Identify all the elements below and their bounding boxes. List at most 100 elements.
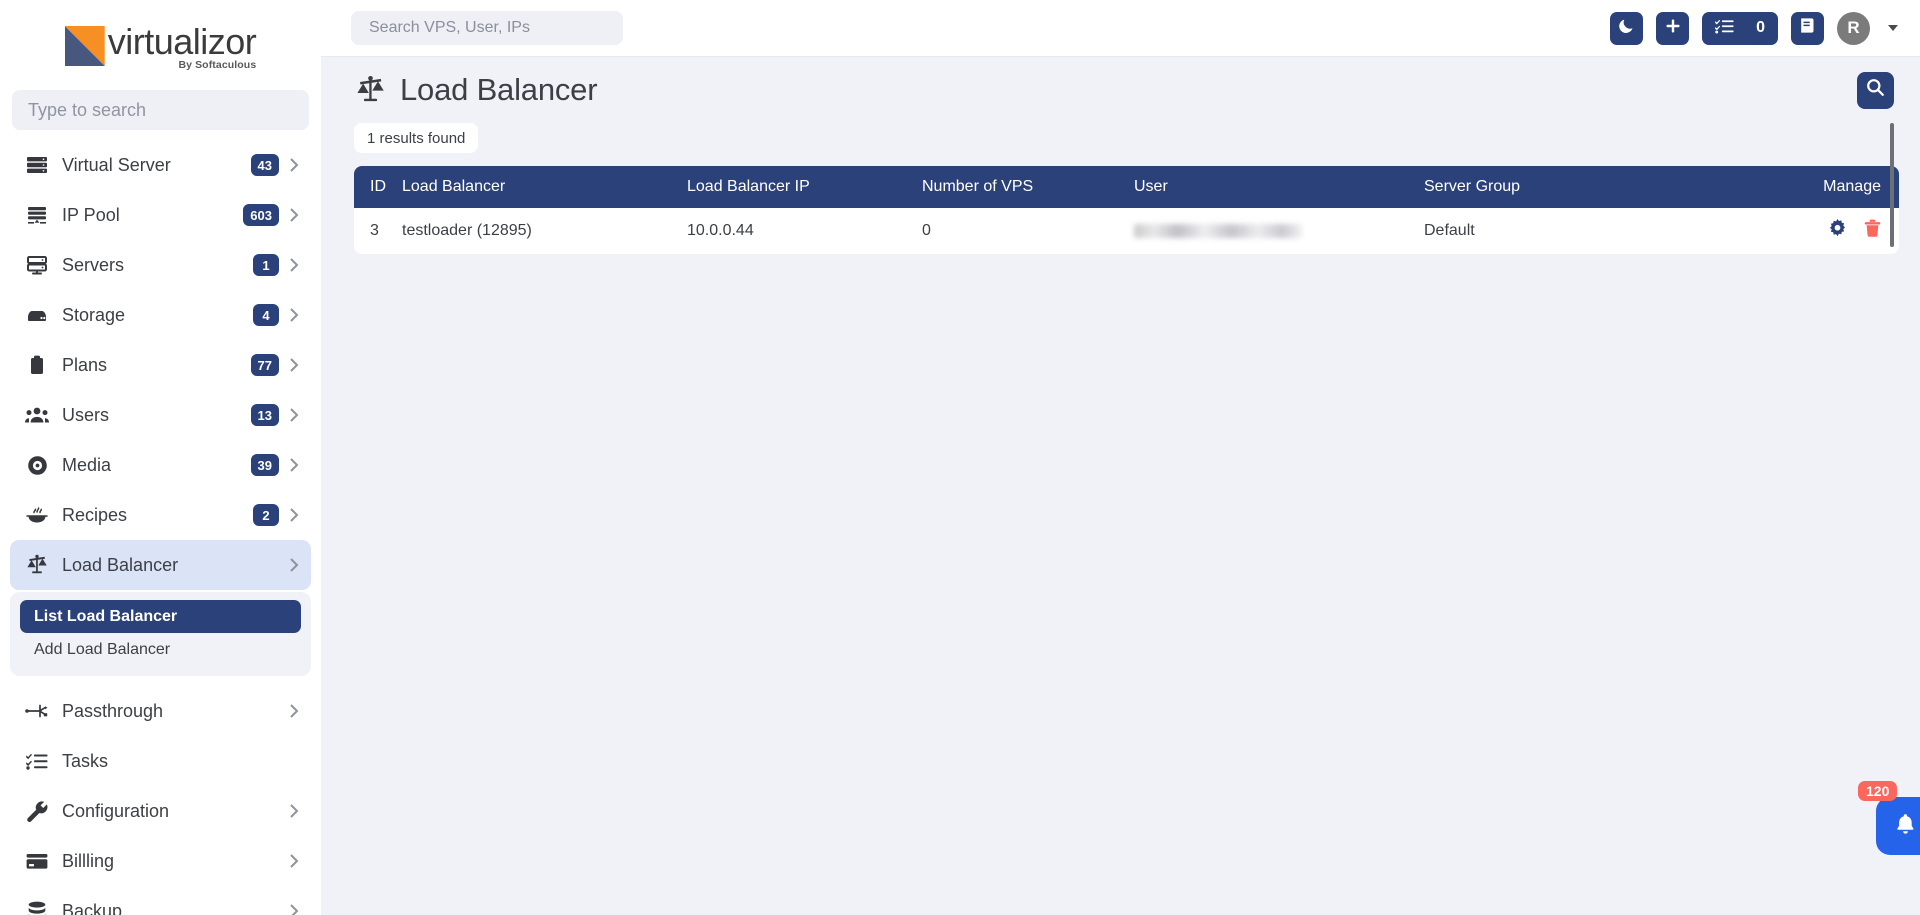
chevron-right-icon [290,804,299,818]
sidebar-item-badge: 39 [250,454,279,476]
credit-card-icon [24,850,50,872]
table-row[interactable]: 3 testloader (12895) 10.0.0.44 0 Default [354,208,1899,254]
sidebar-item-load-balancer[interactable]: Load Balancer [10,540,311,590]
tasklist-icon [24,750,50,772]
column-header-server-group[interactable]: Server Group [1424,166,1724,208]
search-icon [1866,78,1885,102]
tasks-button[interactable]: 0 [1702,11,1778,45]
sidebar-item-tasks[interactable]: Tasks [10,736,311,786]
sidebar-item-label: Passthrough [62,700,164,721]
add-button[interactable] [1656,11,1690,45]
chevron-right-icon [290,358,299,372]
cell-user [1134,208,1424,254]
users-icon [24,404,50,426]
clipboard-icon [24,354,50,376]
sidebar-item-label: Recipes [62,504,128,525]
chevron-right-icon [290,158,299,172]
sidebar-nav: Virtual Server 43 IP Pool 603 Servers 1 … [0,140,321,590]
content-area: 1 results found ID Load Balancer Load Ba… [321,123,1920,915]
load-balancer-submenu: List Load Balancer Add Load Balancer [10,592,311,676]
chevron-right-icon [290,458,299,472]
gear-icon[interactable] [1828,219,1847,238]
submenu-item-list-load-balancer[interactable]: List Load Balancer [20,600,301,633]
sidebar-scroll-area[interactable]: virtualizor By Softaculous Type to searc… [0,0,321,915]
sidebar-search-placeholder: Type to search [28,99,147,120]
table-header-row: ID Load Balancer Load Balancer IP Number… [354,166,1899,208]
sidebar-item-badge: 1 [253,254,279,276]
scales-icon [354,75,387,105]
sidebar-item-passthrough[interactable]: Passthrough [10,686,311,736]
trash-icon[interactable] [1864,219,1881,238]
sidebar-item-billing[interactable]: Billling [10,836,311,886]
load-balancer-table-card: ID Load Balancer Load Balancer IP Number… [354,166,1899,254]
column-header-manage[interactable]: Manage [1724,166,1899,208]
submenu-item-label: List Load Balancer [34,607,178,625]
page-title: Load Balancer [400,72,598,107]
sidebar-item-backup[interactable]: Backup [10,886,311,915]
results-count-chip: 1 results found [354,123,479,153]
storage-icon [24,304,50,326]
sidebar-search-input[interactable]: Type to search [12,90,309,130]
chevron-right-icon [290,904,299,915]
chevron-down-icon[interactable] [1888,25,1898,31]
sidebar-item-badge: 13 [250,404,279,426]
sidebar-item-virtual-server[interactable]: Virtual Server 43 [10,140,311,190]
scales-icon [24,554,50,576]
sidebar-item-recipes[interactable]: Recipes 2 [10,490,311,540]
top-bar-actions: 0 R [1610,11,1898,45]
cell-load-balancer-ip: 10.0.0.44 [687,208,922,254]
sidebar-item-users[interactable]: Users 13 [10,390,311,440]
sidebar-item-label: Servers [62,254,125,275]
sidebar-item-label: Plans [62,354,108,375]
sidebar-item-label: Billling [62,850,115,871]
server-stack-icon [24,154,50,176]
load-balancer-table: ID Load Balancer Load Balancer IP Number… [354,166,1899,254]
global-search-placeholder: Search VPS, User, IPs [369,19,530,36]
sidebar-item-configuration[interactable]: Configuration [10,786,311,836]
sidebar-item-label: Users [62,404,110,425]
sidebar-item-badge: 77 [250,354,279,376]
column-header-load-balancer[interactable]: Load Balancer [402,166,687,208]
submenu-item-add-load-balancer[interactable]: Add Load Balancer [20,633,301,666]
dark-mode-toggle-button[interactable] [1610,11,1644,45]
sidebar-item-label: Load Balancer [62,554,179,575]
cell-load-balancer: testloader (12895) [402,208,687,254]
page-header: Load Balancer [321,57,1920,123]
plus-icon [1665,18,1681,39]
column-header-number-of-vps[interactable]: Number of VPS [922,166,1134,208]
sidebar-item-ip-pool[interactable]: IP Pool 603 [10,190,311,240]
sidebar-item-plans[interactable]: Plans 77 [10,340,311,390]
content-scrollbar[interactable] [1890,123,1894,247]
column-header-id[interactable]: ID [354,166,402,208]
notifications-button[interactable]: 120 [1858,781,1920,855]
bell-icon [1895,813,1916,840]
global-search-input[interactable]: Search VPS, User, IPs [351,11,623,45]
sidebar-item-badge: 4 [253,304,279,326]
column-header-user[interactable]: User [1134,166,1424,208]
chevron-right-icon [290,558,299,572]
sidebar-item-media[interactable]: Media 39 [10,440,311,490]
sidebar-item-storage[interactable]: Storage 4 [10,290,311,340]
sidebar-item-label: Backup [62,900,123,915]
sidebar-item-servers[interactable]: Servers 1 [10,240,311,290]
brand-logo[interactable]: virtualizor By Softaculous [0,0,321,86]
results-count-text: 1 results found [367,129,466,147]
cell-number-of-vps: 0 [922,208,1134,254]
sidebar-item-badge: 43 [250,154,279,176]
page-search-button[interactable] [1857,71,1894,109]
docs-button[interactable] [1791,11,1824,45]
moon-icon [1618,17,1635,39]
chevron-right-icon [290,258,299,272]
chevron-right-icon [290,508,299,522]
avatar[interactable]: R [1837,11,1870,45]
column-header-load-balancer-ip[interactable]: Load Balancer IP [687,166,922,208]
chevron-right-icon [290,408,299,422]
sidebar-item-label: Storage [62,304,126,325]
submenu-item-label: Add Load Balancer [34,640,171,658]
virtualizor-logo-icon [64,26,105,66]
sidebar: virtualizor By Softaculous Type to searc… [0,0,321,915]
servers-icon [24,254,50,276]
cell-manage [1724,208,1899,254]
redacted-email [1134,223,1302,238]
brand-name: virtualizor [107,21,257,62]
